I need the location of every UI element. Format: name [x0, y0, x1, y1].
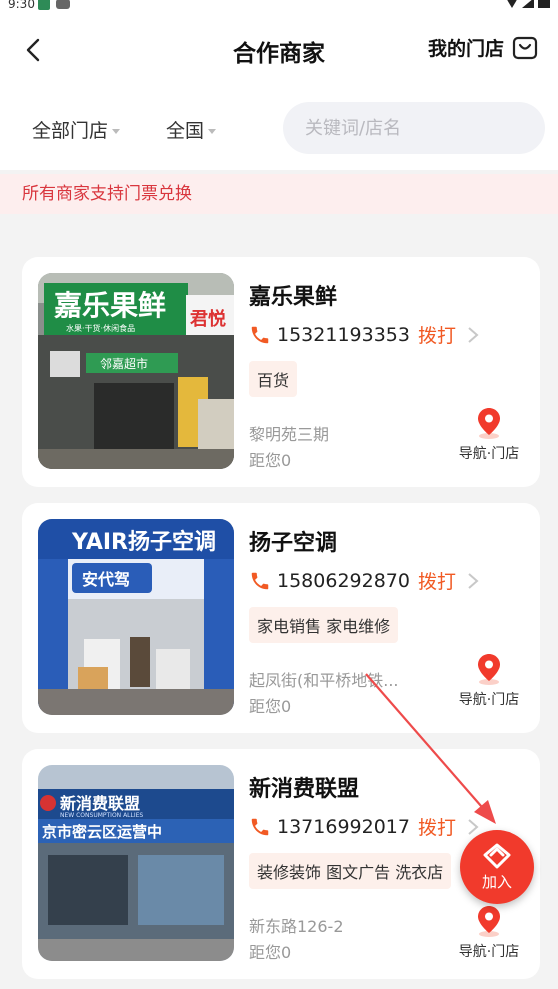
- caret-down-icon: [112, 129, 121, 134]
- handshake-icon: [483, 843, 511, 868]
- store-address: 黎明苑三期: [249, 425, 330, 444]
- location-pin-icon: [478, 906, 500, 937]
- store-photo-sign: 嘉乐果鲜: [54, 289, 166, 322]
- phone-icon: [251, 326, 269, 343]
- navigate-label: 导航·门店: [458, 944, 520, 960]
- navigate-button[interactable]: 导航·门店: [454, 905, 524, 961]
- store-filter-dropdown[interactable]: 全部门店: [32, 116, 121, 143]
- store-phone: 15321193353: [277, 323, 410, 346]
- navigate-button[interactable]: 导航·门店: [454, 653, 524, 709]
- store-tag: 家电销售 家电维修: [249, 607, 399, 643]
- battery-icon: [538, 0, 550, 8]
- store-photo-sign: YAIR扬子空调: [71, 529, 216, 555]
- phone-icon: [251, 818, 269, 835]
- store-name: 扬子空调: [249, 531, 338, 556]
- store-name: 嘉乐果鲜: [249, 285, 338, 310]
- store-name: 新消费联盟: [249, 777, 360, 802]
- store-tag-text: 家电维修: [326, 617, 391, 636]
- store-photo-neighbor-sign: 邻嘉超市: [100, 356, 148, 371]
- signal-icon: [522, 0, 534, 8]
- app-notification-icon: [38, 0, 50, 10]
- wifi-icon: [506, 0, 518, 8]
- call-button[interactable]: 拨打: [418, 813, 456, 840]
- store-tag-text: 装修装饰: [257, 863, 322, 882]
- my-store-label: 我的门店: [427, 38, 504, 60]
- gamepad-icon: [56, 0, 70, 9]
- region-filter-dropdown[interactable]: 全国: [166, 116, 217, 143]
- call-button[interactable]: 拨打: [418, 567, 456, 594]
- store-tag-text: 洗衣店: [395, 863, 444, 882]
- store-tag-text: 图文广告: [326, 863, 391, 882]
- navigate-button[interactable]: 导航·门店: [454, 407, 524, 463]
- filter-bar: 全部门店 全国: [0, 90, 558, 170]
- store-tag: 百货: [249, 361, 298, 397]
- store-tags: 装修装饰 图文广告 洗衣店: [249, 853, 452, 889]
- status-bar: 9:30: [0, 0, 558, 14]
- store-address: 新东路126-2: [249, 917, 344, 936]
- join-button[interactable]: 加入: [460, 830, 534, 904]
- store-address: 起凤街(和平桥地铁...: [249, 671, 399, 690]
- store-photo-banner: 安代驾: [82, 570, 130, 589]
- status-icons: [506, 0, 550, 8]
- phone-icon: [251, 572, 269, 589]
- store-photo: 新消费联盟 NEW CONSUMPTION ALLIES 京市密云区运营中: [38, 765, 234, 961]
- status-time: 9:30: [8, 0, 35, 11]
- phone-row[interactable]: 13716992017 拨打: [249, 813, 480, 840]
- phone-row[interactable]: 15806292870 拨打: [249, 567, 480, 594]
- phone-row[interactable]: 15321193353 拨打: [249, 321, 480, 348]
- store-distance: 距您0: [249, 697, 292, 716]
- navigate-label: 导航·门店: [458, 446, 520, 462]
- notice-banner: 所有商家支持门票兑换: [0, 174, 558, 214]
- store-phone: 13716992017: [277, 815, 410, 838]
- store-tags: 百货: [249, 361, 298, 397]
- search-box[interactable]: [283, 102, 545, 154]
- chevron-right-icon: [468, 326, 479, 343]
- call-button[interactable]: 拨打: [418, 321, 456, 348]
- header: 合作商家 我的门店: [0, 14, 558, 90]
- region-filter-label: 全国: [166, 120, 205, 142]
- store-tags: 家电销售 家电维修: [249, 607, 399, 643]
- store-photo-sign-sub: 京市密云区运营中: [42, 823, 162, 841]
- my-store-button[interactable]: 我的门店: [428, 34, 538, 61]
- caret-down-icon: [208, 129, 217, 134]
- store-card[interactable]: YAIR扬子空调 安代驾 扬子空调 15806292870 拨打 家电销售 家电…: [22, 503, 540, 733]
- store-photo: YAIR扬子空调 安代驾: [38, 519, 234, 715]
- search-input[interactable]: [305, 117, 525, 139]
- store-phone: 15806292870: [277, 569, 410, 592]
- shopping-bag-icon: [512, 36, 538, 59]
- location-pin-icon: [478, 654, 500, 685]
- store-tag: 装修装饰 图文广告 洗衣店: [249, 853, 452, 889]
- store-card[interactable]: 嘉乐果鲜 水果·干货·休闲食品 君悦 邻嘉超市 嘉乐果鲜 15321193353…: [22, 257, 540, 487]
- store-photo: 嘉乐果鲜 水果·干货·休闲食品 君悦 邻嘉超市: [38, 273, 234, 469]
- store-photo-sign-en: NEW CONSUMPTION ALLIES: [60, 812, 143, 819]
- chevron-right-icon: [468, 572, 479, 589]
- store-filter-label: 全部门店: [32, 120, 109, 142]
- store-photo-sign-sub: 水果·干货·休闲食品: [66, 323, 135, 333]
- store-photo-side-sign: 君悦: [190, 308, 226, 330]
- chevron-right-icon: [468, 818, 479, 835]
- navigate-label: 导航·门店: [458, 692, 520, 708]
- location-pin-icon: [478, 408, 500, 439]
- store-distance: 距您0: [249, 451, 292, 470]
- store-distance: 距您0: [249, 943, 292, 962]
- store-photo-sign: 新消费联盟: [60, 794, 140, 813]
- join-label: 加入: [481, 872, 512, 891]
- store-tag-text: 家电销售: [257, 617, 322, 636]
